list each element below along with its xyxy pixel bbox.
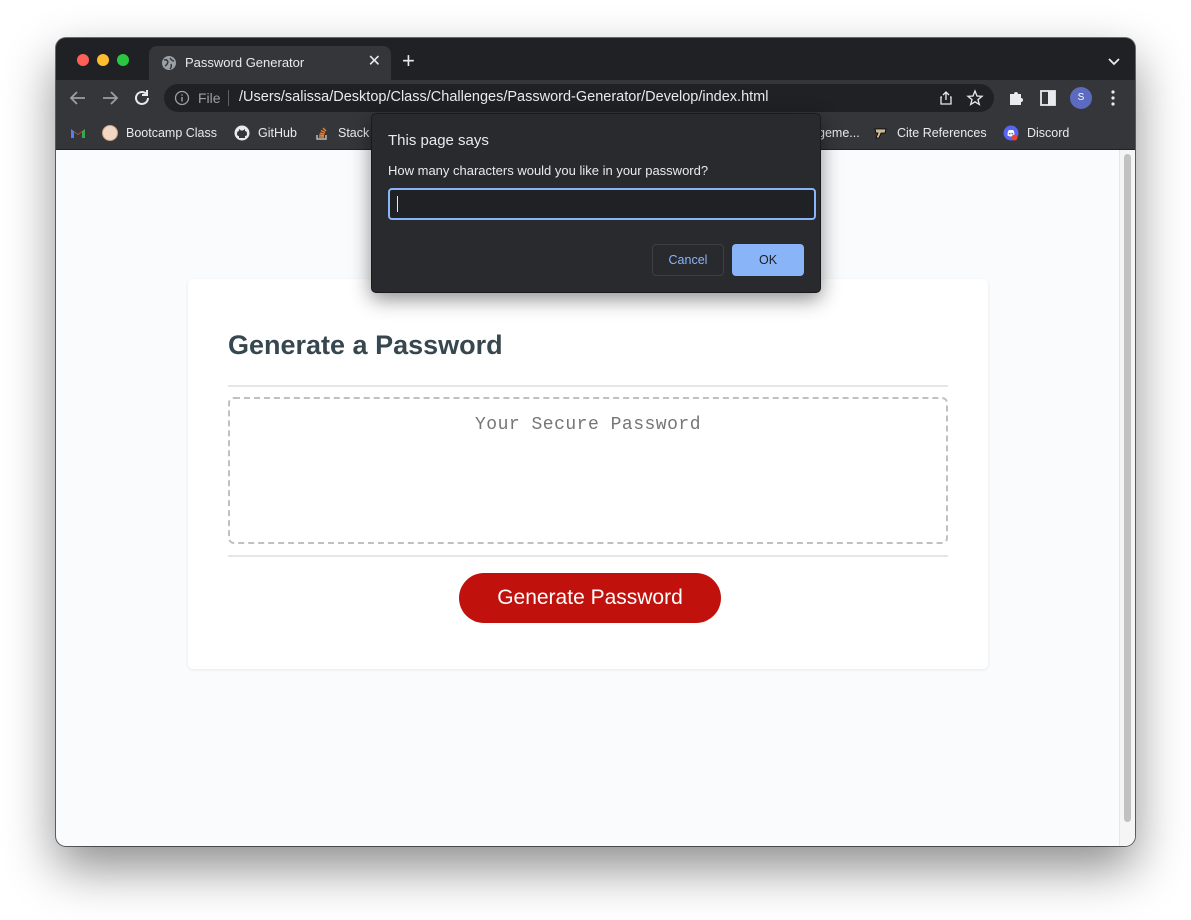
tab-strip: Password Generator ✕ + — [56, 38, 1135, 80]
bookmark-cite-references[interactable]: Cite References — [873, 116, 987, 149]
forward-arrow-icon[interactable] — [98, 86, 122, 110]
scrollbar-thumb[interactable] — [1124, 154, 1131, 822]
url-text[interactable]: /Users/salissa/Desktop/Class/Challenges/… — [239, 89, 768, 105]
bootcamp-icon — [102, 124, 118, 141]
text-caret — [397, 196, 398, 212]
more-menu-icon[interactable] — [1103, 88, 1123, 108]
stackoverflow-icon — [316, 127, 327, 140]
divider — [228, 385, 948, 387]
purdue-icon — [874, 128, 887, 138]
chevron-down-icon[interactable] — [1107, 54, 1121, 68]
bookmark-truncated[interactable]: geme... — [818, 116, 860, 149]
bookmark-star-icon[interactable] — [966, 89, 984, 107]
vertical-scrollbar[interactable] — [1119, 150, 1135, 846]
share-icon[interactable] — [938, 90, 954, 106]
info-icon[interactable] — [174, 90, 190, 106]
bookmark-gmail[interactable] — [70, 116, 94, 149]
window-maximize-button[interactable] — [117, 54, 129, 66]
new-tab-button[interactable]: + — [402, 50, 415, 72]
profile-avatar[interactable]: S — [1070, 87, 1092, 109]
gmail-icon — [71, 128, 85, 138]
cancel-button[interactable]: Cancel — [652, 244, 724, 276]
window-minimize-button[interactable] — [97, 54, 109, 66]
side-panel-icon[interactable] — [1038, 88, 1058, 108]
dialog-title: This page says — [388, 132, 489, 149]
globe-icon — [162, 56, 176, 70]
extensions-puzzle-icon[interactable] — [1006, 88, 1026, 108]
character-count-input[interactable] — [388, 188, 816, 220]
password-card: Generate a Password Your Secure Password… — [188, 279, 988, 669]
omnibox-divider — [228, 90, 229, 106]
bookmark-label: geme... — [818, 125, 860, 140]
bookmark-discord[interactable]: Discord — [1003, 116, 1069, 149]
bookmark-label: Bootcamp Class — [126, 125, 218, 140]
browser-toolbar: File /Users/salissa/Desktop/Class/Challe… — [56, 80, 1135, 116]
bookmark-label: Cite References — [897, 125, 987, 140]
tab-title: Password Generator — [185, 55, 305, 70]
generate-password-button[interactable]: Generate Password — [459, 573, 721, 623]
bookmark-bootcamp-class[interactable]: Bootcamp Class — [102, 116, 217, 149]
tab-close-icon[interactable]: ✕ — [368, 53, 381, 71]
url-scheme-label: File — [198, 90, 221, 106]
dialog-message: How many characters would you like in yo… — [388, 163, 709, 178]
bookmark-label: Discord — [1027, 125, 1070, 140]
page-title: Generate a Password — [228, 330, 503, 360]
divider — [228, 555, 948, 557]
tab-password-generator[interactable]: Password Generator ✕ — [149, 46, 391, 80]
bookmark-label: Stack — [338, 125, 370, 140]
back-arrow-icon[interactable] — [66, 86, 90, 110]
password-placeholder: Your Secure Password — [474, 415, 702, 435]
github-icon — [234, 125, 250, 140]
password-output[interactable]: Your Secure Password — [228, 397, 948, 544]
bookmark-github[interactable]: GitHub — [234, 116, 297, 149]
prompt-dialog: This page says How many characters would… — [371, 113, 821, 293]
bookmark-label: GitHub — [258, 125, 297, 140]
address-bar[interactable]: File /Users/salissa/Desktop/Class/Challe… — [164, 84, 994, 112]
ok-button[interactable]: OK — [732, 244, 804, 276]
reload-icon[interactable] — [130, 86, 154, 110]
browser-window: Password Generator ✕ + File /Users/salis… — [56, 38, 1135, 846]
window-close-button[interactable] — [77, 54, 89, 66]
bookmark-stack[interactable]: Stack — [314, 116, 369, 149]
discord-icon — [1003, 125, 1019, 140]
